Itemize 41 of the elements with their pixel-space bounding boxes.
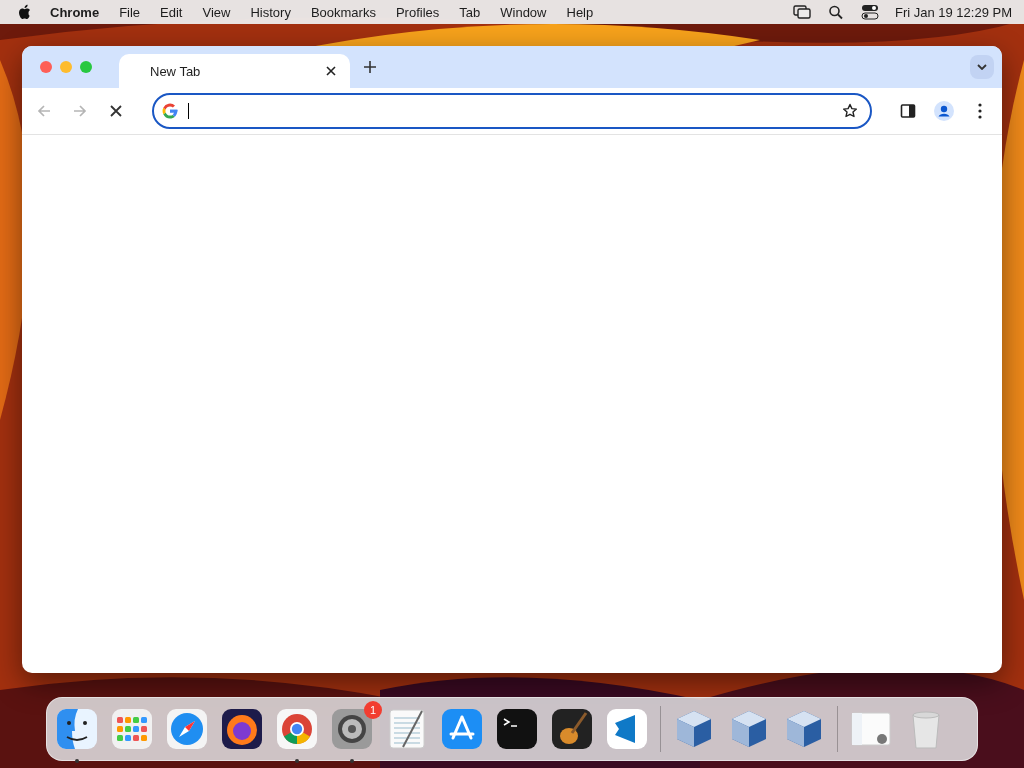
google-logo-icon	[162, 103, 178, 119]
text-caret	[188, 103, 189, 119]
star-icon[interactable]	[842, 103, 858, 119]
menu-item[interactable]: Tab	[449, 4, 491, 20]
back-arrow-icon	[37, 104, 51, 118]
menu-item[interactable]: Edit	[150, 4, 193, 20]
menu-item[interactable]: View	[192, 4, 241, 20]
menu-item[interactable]: Profiles	[385, 4, 450, 20]
menu-item[interactable]: Help	[556, 4, 604, 20]
menu-item[interactable]: Window	[490, 4, 557, 20]
compass-icon[interactable]	[165, 707, 209, 751]
menu-item[interactable]: Bookmarks	[300, 4, 386, 20]
windows-icon[interactable]	[792, 4, 811, 20]
stop-icon	[110, 105, 122, 117]
profile-icon	[934, 101, 954, 121]
more-vertical-icon	[978, 103, 982, 119]
guitar-icon[interactable]	[550, 707, 594, 751]
plus-icon	[364, 61, 376, 73]
tab-search-button[interactable]	[970, 55, 994, 79]
notification-badge: 1	[364, 701, 382, 719]
app-menu[interactable]: Chrome	[40, 4, 110, 20]
tab[interactable]: New Tab	[119, 54, 350, 88]
grid-icon[interactable]	[110, 707, 154, 751]
terminal-icon[interactable]	[495, 707, 539, 751]
profile-button[interactable]	[932, 99, 956, 123]
side-panel-icon	[900, 103, 916, 119]
apple-logo-icon[interactable]	[18, 4, 32, 20]
menu-item[interactable]: History	[240, 4, 301, 20]
close-icon	[326, 66, 336, 76]
clock[interactable]: Fri Jan 19 12:29 PM	[894, 4, 1012, 20]
search-icon[interactable]	[826, 4, 845, 20]
chevron-down-icon	[977, 64, 987, 70]
menu-item[interactable]: File	[109, 4, 151, 20]
chrome-icon[interactable]	[275, 707, 319, 751]
face-icon[interactable]	[55, 707, 99, 751]
address-bar[interactable]	[152, 93, 872, 129]
gear-icon[interactable]	[330, 707, 374, 751]
forward-arrow-icon	[73, 104, 87, 118]
app-store-icon[interactable]	[440, 707, 484, 751]
code-editor-icon[interactable]	[605, 707, 649, 751]
toggles-icon[interactable]	[860, 4, 879, 20]
